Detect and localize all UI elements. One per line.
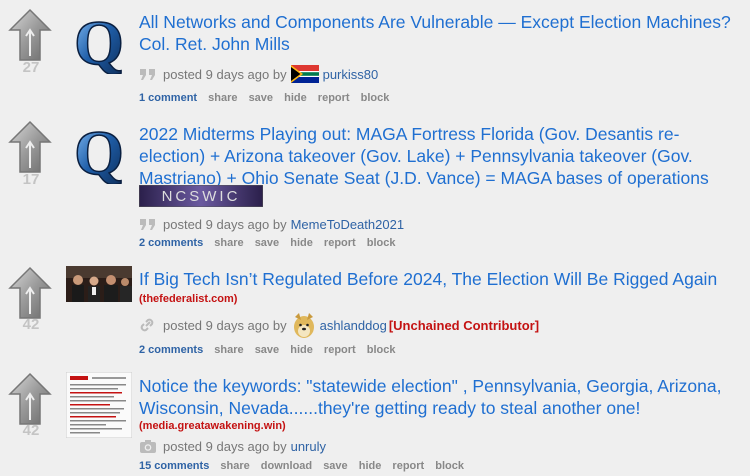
report-link[interactable]: report [324, 344, 356, 356]
share-link[interactable]: share [214, 237, 243, 249]
posted-text: posted 9 days ago by [163, 438, 287, 454]
post-actions: 2 comments share save hide report block [139, 344, 404, 356]
post-actions: 15 comments share download save hide rep… [139, 460, 472, 472]
comments-link[interactable]: 1 comment [139, 92, 197, 104]
comments-link[interactable]: 15 comments [139, 460, 209, 472]
post-domain: (media.greatawakening.win) [139, 420, 286, 432]
block-link[interactable]: block [367, 237, 396, 249]
vote-score: 42 [22, 316, 40, 333]
save-link[interactable]: save [249, 92, 273, 104]
author-link[interactable]: MemeToDeath2021 [291, 217, 404, 232]
hide-link[interactable]: hide [284, 92, 307, 104]
link-icon [140, 318, 154, 332]
report-link[interactable]: report [392, 460, 424, 472]
thumbnail-hearing-photo[interactable] [66, 266, 132, 302]
hide-link[interactable]: hide [290, 344, 313, 356]
south-africa-flag-icon [290, 65, 319, 83]
author-link[interactable]: purkiss80 [323, 67, 379, 82]
post-meta: posted 9 days ago by purkiss80 [139, 64, 378, 84]
posted-text: posted 9 days ago by [163, 66, 287, 82]
post-domain: (thefederalist.com) [139, 293, 238, 305]
block-link[interactable]: block [435, 460, 464, 472]
posted-text: posted 9 days ago by [163, 317, 287, 333]
ncswic-banner: NCSWIC [138, 184, 264, 208]
author-link[interactable]: ashlanddog [320, 318, 387, 333]
vote-score: 42 [22, 422, 40, 439]
save-link[interactable]: save [323, 460, 347, 472]
quote-icon [140, 219, 155, 230]
share-link[interactable]: share [208, 92, 237, 104]
svg-text:Q: Q [74, 8, 124, 74]
save-link[interactable]: save [255, 237, 279, 249]
comments-link[interactable]: 2 comments [139, 344, 203, 356]
thumbnail-document-screenshot[interactable] [65, 371, 133, 439]
document-screenshot-icon [65, 371, 133, 439]
author-link[interactable]: unruly [291, 439, 326, 454]
post-meta: posted 9 days ago by unruly [139, 436, 326, 456]
upvote-arrow-icon [8, 266, 52, 319]
svg-text:Q: Q [74, 118, 124, 184]
post-meta: posted 9 days ago by MemeToDeath2021 [139, 214, 404, 234]
post-actions: 2 comments share save hide report block [139, 237, 404, 249]
banner-text: NCSWIC [162, 188, 241, 205]
share-link[interactable]: share [220, 460, 249, 472]
post-title-link[interactable]: All Networks and Components Are Vulnerab… [139, 11, 739, 55]
quote-icon [140, 69, 155, 80]
thumbnail-q-logo[interactable]: Q [66, 116, 132, 189]
author-flair: [Unchained Contributor] [388, 317, 540, 333]
download-link[interactable]: download [261, 460, 312, 472]
thumbnail-q-logo[interactable]: Q [66, 6, 132, 79]
q-logo-icon: Q [73, 6, 124, 79]
hearing-photo-icon [66, 266, 132, 302]
report-link[interactable]: report [324, 237, 356, 249]
block-link[interactable]: block [361, 92, 390, 104]
upvote-arrow-icon [8, 372, 52, 425]
camera-icon [140, 440, 156, 453]
doge-avatar-icon [292, 311, 316, 339]
hide-link[interactable]: hide [359, 460, 382, 472]
upvote-arrow-icon [8, 120, 52, 173]
q-logo-icon: Q [73, 116, 124, 189]
report-link[interactable]: report [318, 92, 350, 104]
posted-text: posted 9 days ago by [163, 216, 287, 232]
post-actions: 1 comment share save hide report block [139, 92, 397, 104]
block-link[interactable]: block [367, 344, 396, 356]
comments-link[interactable]: 2 comments [139, 237, 203, 249]
hide-link[interactable]: hide [290, 237, 313, 249]
vote-score: 17 [22, 171, 40, 188]
post-meta: posted 9 days ago by ashlanddog [Unchain… [139, 310, 539, 340]
vote-score: 27 [22, 59, 40, 76]
post-title-link[interactable]: Notice the keywords: "statewide election… [139, 375, 739, 419]
share-link[interactable]: share [214, 344, 243, 356]
post-title-link[interactable]: If Big Tech Isn’t Regulated Before 2024,… [139, 268, 739, 290]
upvote-arrow-icon [8, 8, 52, 61]
save-link[interactable]: save [255, 344, 279, 356]
